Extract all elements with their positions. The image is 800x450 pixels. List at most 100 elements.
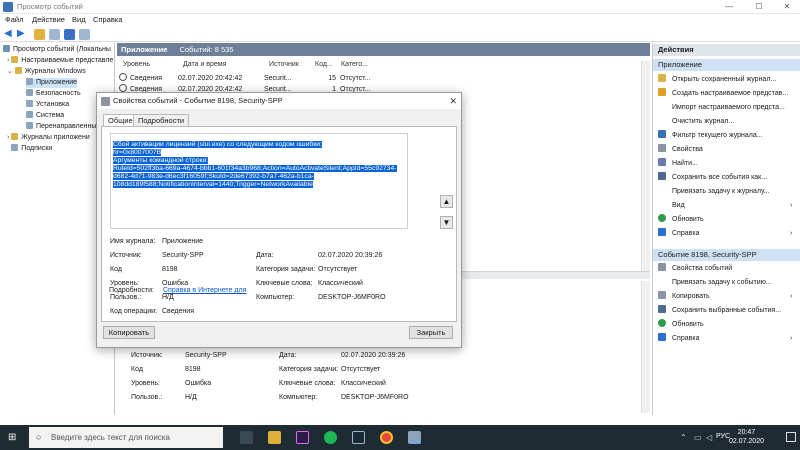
column-date[interactable]: Дата и время — [183, 61, 226, 68]
file-explorer-icon[interactable] — [268, 431, 281, 444]
clock[interactable]: 20:47 02.07.2020 — [729, 428, 764, 446]
submenu-arrow-icon: › — [790, 293, 793, 300]
tree-item-subscriptions[interactable]: › Подписки — [7, 144, 52, 154]
opcode-value: Сведения — [162, 308, 194, 315]
show-hide-actions-icon[interactable] — [79, 29, 90, 40]
event-code-value: 8198 — [162, 266, 178, 273]
volume-icon[interactable]: ◁ — [706, 433, 712, 442]
minimize-button[interactable]: — — [718, 0, 740, 14]
premiere-pro-icon[interactable] — [296, 431, 309, 444]
tray-chevron-icon[interactable]: ⌃ — [680, 433, 687, 442]
action-properties[interactable]: Свойства — [658, 144, 703, 156]
computer-label: Компьютер: — [256, 294, 295, 301]
actions-section-application[interactable]: Приложение — [653, 59, 800, 71]
log-icon — [26, 122, 33, 129]
close-dialog-button[interactable]: Закрыть — [409, 326, 453, 339]
column-level[interactable]: Уровень — [123, 61, 150, 68]
tree-item-app-logs[interactable]: › Журналы приложени — [7, 133, 90, 143]
action-event-properties[interactable]: Свойства событий — [658, 263, 732, 275]
action-help-event[interactable]: Справка › — [658, 333, 792, 345]
event-row[interactable]: Сведения 02.07.2020 20:42:42 Securit... 15 О… — [119, 73, 370, 83]
action-attach-task-event[interactable]: Привязать задачу к событию... — [658, 277, 772, 289]
tree-item-forwarded[interactable]: Перенаправленны — [26, 122, 96, 132]
online-help-link[interactable]: Справка в Интернете для — [163, 287, 246, 294]
detail-code-label: Код — [131, 366, 143, 373]
action-clear-log[interactable]: Очистить журнал... — [658, 116, 734, 128]
copy-button[interactable]: Копировать — [103, 326, 155, 339]
menu-view[interactable]: Вид — [72, 15, 86, 24]
action-import-custom-view[interactable]: Импорт настраиваемого предста... — [658, 102, 785, 114]
event-message-box[interactable]: Сбой активации лицензий (slui.exe) со сл… — [110, 133, 408, 229]
action-filter-log[interactable]: Фильтр текущего журнала... — [658, 130, 763, 142]
details-scrollbar[interactable] — [641, 281, 650, 413]
taskbar-search-input[interactable]: ○ Введите здесь текст для поиска — [29, 427, 223, 448]
action-help[interactable]: Справка › — [658, 228, 792, 240]
next-event-button[interactable]: ▼ — [440, 216, 453, 229]
detail-computer-label: Компьютер: — [279, 394, 318, 401]
clear-icon — [658, 116, 666, 124]
action-create-custom-view[interactable]: Создать настраиваемое представ... — [658, 88, 788, 100]
tree-item-windows-logs[interactable]: ⌄ Журналы Windows — [7, 67, 86, 77]
action-attach-task-log[interactable]: Привязать задачу к журналу... — [658, 186, 770, 198]
spotify-icon[interactable] — [324, 431, 337, 444]
tree-item-application[interactable]: Приложение — [26, 78, 78, 88]
detail-task-value: Отсутствует — [341, 366, 381, 373]
column-code[interactable]: Код... — [315, 61, 333, 68]
tree-item-root[interactable]: Просмотр событий (Локальны — [3, 45, 111, 55]
log-icon — [26, 111, 33, 118]
action-open-saved-log[interactable]: Открыть сохраненный журнал... — [658, 74, 776, 86]
close-window-button[interactable]: ✕ — [776, 0, 798, 14]
event-count: Событий: 8 535 — [179, 45, 234, 54]
detail-code-value: 8198 — [185, 366, 201, 373]
dialog-close-icon[interactable]: ✕ — [449, 93, 457, 109]
tree-item-setup[interactable]: Установка — [26, 100, 69, 110]
detail-source-label: Источник: — [131, 352, 163, 359]
menu-help[interactable]: Справка — [93, 15, 122, 24]
level-label: Уровень: — [110, 280, 139, 287]
steam-icon[interactable] — [352, 431, 365, 444]
filter-create-icon — [658, 88, 666, 96]
chrome-icon[interactable] — [380, 431, 393, 444]
actions-header: Действия — [653, 44, 800, 56]
events-scrollbar[interactable] — [641, 61, 650, 273]
column-category[interactable]: Катего... — [341, 61, 368, 68]
clock-time: 20:47 — [737, 429, 756, 436]
action-save-all-events[interactable]: Сохранить все события как... — [658, 172, 767, 184]
maximize-button[interactable]: ☐ — [748, 0, 770, 14]
menu-action[interactable]: Действие — [32, 15, 65, 24]
forward-arrow-icon[interactable]: ▶ — [17, 29, 28, 40]
message-line: Аргументы командной строки: — [113, 157, 209, 164]
back-arrow-icon[interactable]: ◀ — [4, 29, 15, 40]
help-icon[interactable] — [64, 29, 75, 40]
action-refresh[interactable]: Обновить — [658, 214, 704, 226]
action-copy[interactable]: Копировать › — [658, 291, 792, 303]
menu-file[interactable]: Файл — [5, 15, 23, 24]
show-hide-tree-icon[interactable] — [49, 29, 60, 40]
notification-icon[interactable] — [786, 432, 796, 442]
clock-date: 02.07.2020 — [728, 438, 764, 445]
folder-up-icon[interactable] — [34, 29, 45, 40]
tree-item-security[interactable]: Безопасность — [26, 89, 81, 99]
windows-start-icon[interactable]: ⊞ — [8, 432, 19, 443]
find-icon — [658, 158, 666, 166]
attach-task-icon — [658, 277, 666, 285]
tree-item-custom-views[interactable]: › Настраиваемые представле — [7, 56, 113, 66]
refresh-icon — [658, 214, 666, 222]
action-refresh-event[interactable]: Обновить — [658, 319, 704, 331]
actions-pane: Действия Приложение Открыть сохраненный … — [652, 43, 800, 415]
network-icon[interactable]: ▭ — [694, 433, 702, 442]
event-code-label: Код — [110, 266, 122, 273]
task-view-icon[interactable] — [240, 431, 253, 444]
previous-event-button[interactable]: ▲ — [440, 195, 453, 208]
action-save-selected[interactable]: Сохранить выбранные события... — [658, 305, 781, 317]
event-viewer-taskbar-icon[interactable] — [408, 431, 421, 444]
detail-date-value: 02.07.2020 20:39:26 — [341, 352, 406, 359]
action-find[interactable]: Найти... — [658, 158, 698, 170]
detail-computer-value: DESKTOP-J6MF0RO — [341, 394, 409, 401]
tree-item-system[interactable]: Система — [26, 111, 64, 121]
action-view[interactable]: Вид › — [658, 200, 792, 212]
actions-section-event[interactable]: Событие 8198, Security-SPP — [653, 249, 800, 261]
language-indicator[interactable]: РУС — [716, 433, 730, 440]
column-source[interactable]: Источник — [269, 61, 299, 68]
level-value: Ошибка — [162, 280, 189, 287]
